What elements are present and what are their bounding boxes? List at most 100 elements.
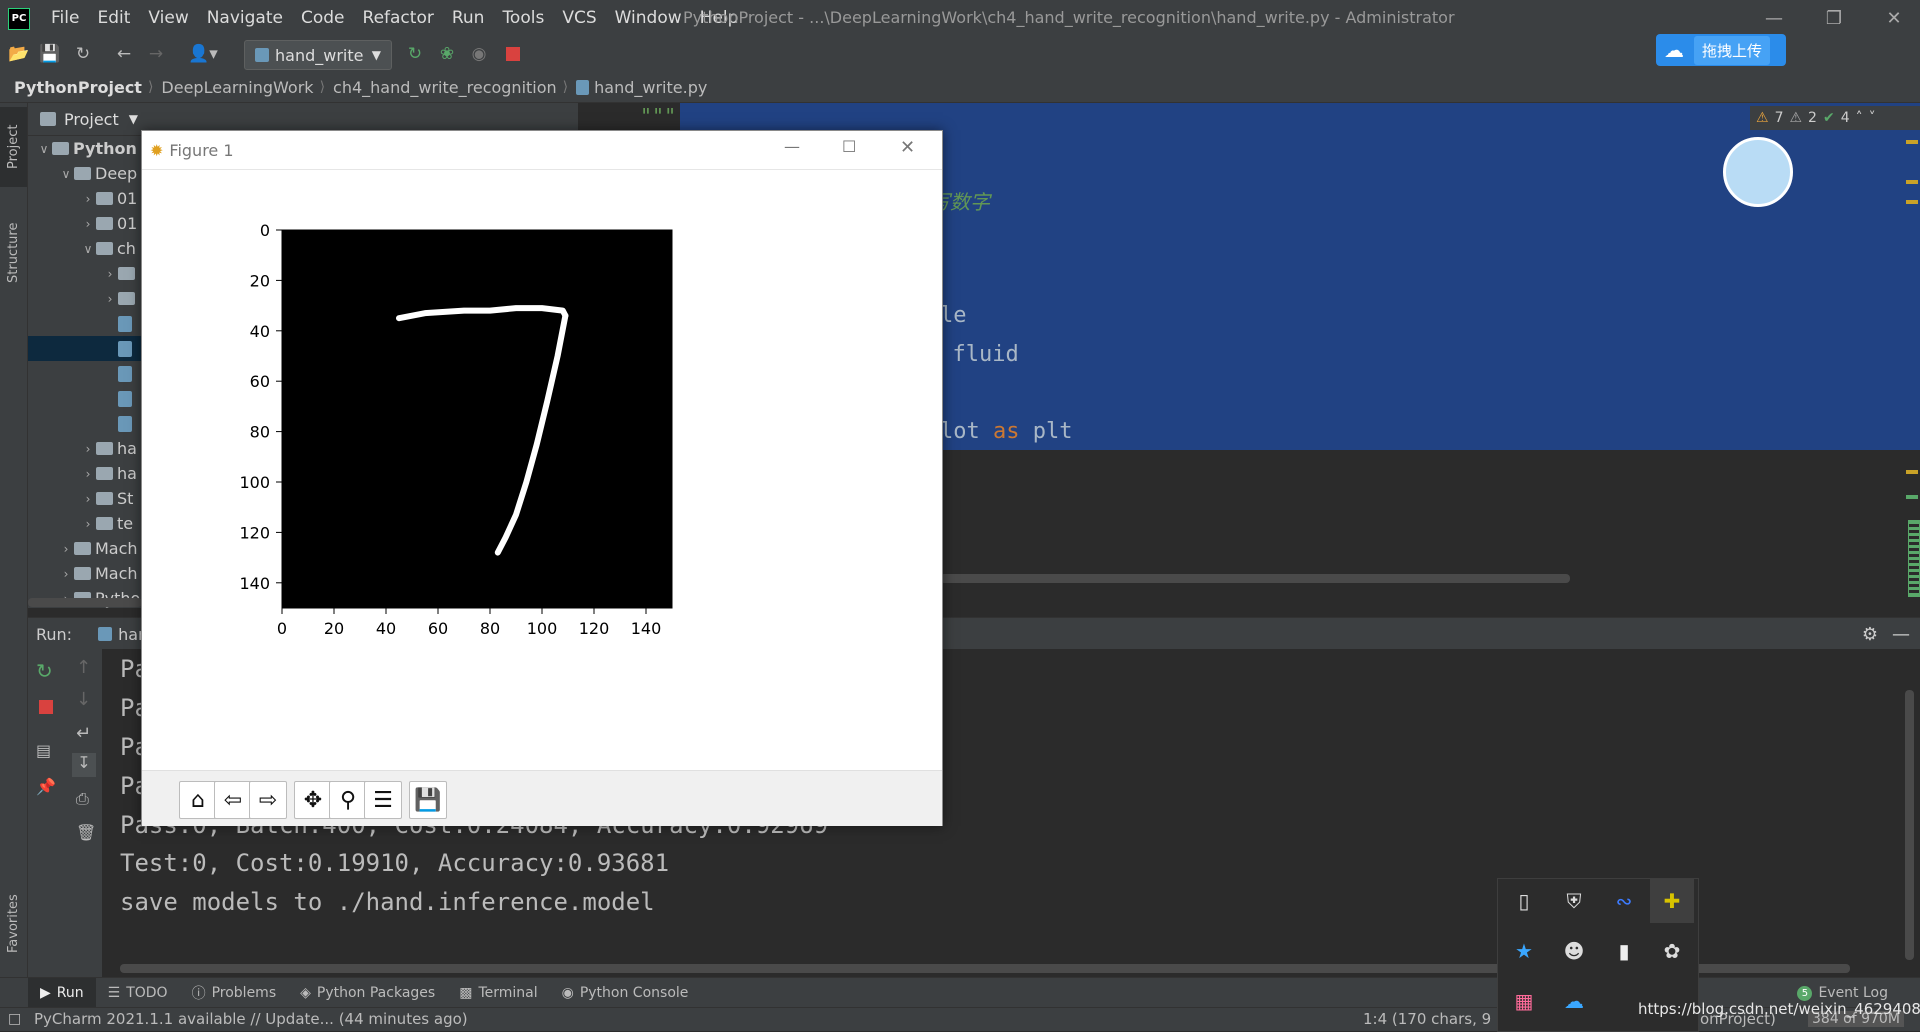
- breadcrumb-item[interactable]: PythonProject: [6, 78, 148, 97]
- menu-view[interactable]: View: [139, 8, 197, 28]
- tool-tab-favorites[interactable]: Favorites: [0, 879, 27, 969]
- stop-icon[interactable]: [39, 700, 53, 714]
- bilibili-icon[interactable]: ▦: [1502, 979, 1546, 1023]
- home-icon[interactable]: ⌂: [179, 781, 217, 819]
- menu-vcs[interactable]: VCS: [553, 8, 605, 28]
- sync-icon[interactable]: ↻: [70, 42, 96, 66]
- gear-app-icon[interactable]: ✿: [1650, 929, 1694, 973]
- rerun-icon[interactable]: ↻: [36, 659, 53, 683]
- scroll-to-end-icon[interactable]: ↧: [72, 753, 96, 777]
- inspections-widget[interactable]: ⚠ 7 ⚠ 2 ✔ 4 ˄ ˅: [1750, 106, 1920, 130]
- menu-code[interactable]: Code: [292, 8, 354, 28]
- chevron-right-icon[interactable]: ›: [80, 442, 96, 456]
- bookmark-icon[interactable]: ▮: [1602, 929, 1646, 973]
- panel-toggle-icon[interactable]: □: [8, 1011, 21, 1027]
- breadcrumb-item[interactable]: hand_write.py: [592, 78, 713, 97]
- chevron-right-icon[interactable]: ›: [80, 217, 96, 231]
- save-icon[interactable]: 💾: [37, 42, 63, 66]
- wave-app-icon[interactable]: ∾: [1602, 879, 1646, 923]
- chevron-right-icon[interactable]: ›: [80, 492, 96, 506]
- figure-minimize-button[interactable]: —: [784, 137, 800, 156]
- coverage-icon[interactable]: ◉: [466, 42, 492, 66]
- error-stripe-marker[interactable]: [1906, 495, 1918, 499]
- floating-assistant-avatar[interactable]: [1723, 137, 1793, 207]
- usb-icon[interactable]: ▯: [1502, 879, 1546, 923]
- figure-window[interactable]: ✹ Figure 1 — ☐ ✕ 0 20 40 60 80 100 120 140 0 20 40…: [141, 130, 943, 826]
- pin-icon[interactable]: 📌: [36, 777, 56, 796]
- chevron-down-icon[interactable]: ˅: [1869, 110, 1876, 126]
- soft-wrap-icon[interactable]: ↵: [76, 723, 91, 744]
- rerun-icon[interactable]: ↻: [402, 42, 428, 66]
- tab-python-packages[interactable]: ◈ Python Packages: [288, 978, 447, 1008]
- error-stripe-marker[interactable]: [1906, 470, 1918, 474]
- chevron-down-icon[interactable]: ▼: [129, 112, 138, 126]
- tab-terminal[interactable]: ▩ Terminal: [447, 978, 549, 1008]
- upload-button[interactable]: ☁ 拖拽上传: [1656, 34, 1786, 66]
- image-plot[interactable]: 0 20 40 60 80 100 120 140 0 20 40 60 80 100 120 140: [142, 170, 942, 770]
- figure-close-button[interactable]: ✕: [900, 137, 915, 158]
- configure-sliders-icon[interactable]: ☰: [364, 781, 402, 819]
- menu-navigate[interactable]: Navigate: [198, 8, 292, 28]
- gear-icon[interactable]: ⚙: [1862, 624, 1878, 645]
- shield-icon[interactable]: ⛨: [1552, 879, 1596, 923]
- restore-button[interactable]: ❐: [1804, 0, 1864, 36]
- breadcrumb-item[interactable]: DeepLearningWork: [153, 78, 319, 97]
- zoom-magnifier-icon[interactable]: ⚲: [329, 781, 367, 819]
- chevron-down-icon[interactable]: ∨: [80, 242, 96, 256]
- layout-icon[interactable]: ▤: [36, 741, 51, 760]
- forward-arrow-icon[interactable]: →: [143, 42, 169, 66]
- error-stripe-marker[interactable]: [1906, 200, 1918, 204]
- status-message[interactable]: PyCharm 2021.1.1 available // Update... …: [34, 1010, 468, 1028]
- run-configuration-select[interactable]: hand_write ▼: [244, 40, 392, 70]
- breadcrumb-item[interactable]: ch4_hand_write_recognition: [325, 78, 563, 97]
- editor-horizontal-scrollbar[interactable]: [940, 574, 1570, 583]
- trash-icon[interactable]: 🗑: [76, 823, 96, 842]
- chevron-right-icon[interactable]: ›: [102, 292, 118, 306]
- save-figure-icon[interactable]: 💾: [409, 781, 447, 819]
- stop-icon[interactable]: [500, 42, 526, 66]
- cloud-app-icon[interactable]: ☁: [1552, 979, 1596, 1023]
- tab-python-console[interactable]: ◉ Python Console: [550, 978, 701, 1008]
- error-stripe-marker[interactable]: [1906, 140, 1918, 144]
- debug-bug-icon[interactable]: ❀: [434, 42, 460, 66]
- user-icon[interactable]: 👤▾: [186, 42, 220, 66]
- chevron-right-icon[interactable]: ›: [58, 567, 74, 581]
- error-stripe-marker[interactable]: [1906, 180, 1918, 184]
- forward-arrow-icon[interactable]: ⇨: [249, 781, 287, 819]
- console-vertical-scrollbar[interactable]: [1905, 690, 1914, 960]
- plus-app-icon[interactable]: ✚: [1650, 879, 1694, 923]
- tab-run[interactable]: ▶ Run: [28, 978, 96, 1008]
- chevron-right-icon[interactable]: ›: [80, 517, 96, 531]
- close-window-button[interactable]: ✕: [1864, 0, 1920, 36]
- project-horizontal-scrollbar[interactable]: [28, 598, 142, 607]
- caret-position[interactable]: 1:4 (170 chars, 9 lin: [1363, 1010, 1514, 1028]
- chevron-down-icon[interactable]: ∨: [58, 167, 74, 181]
- menu-edit[interactable]: Edit: [88, 8, 139, 28]
- star-app-icon[interactable]: ★: [1502, 929, 1546, 973]
- tab-problems[interactable]: ⓘ Problems: [180, 978, 289, 1008]
- project-panel-title[interactable]: Project: [64, 110, 119, 129]
- figure-canvas[interactable]: 0 20 40 60 80 100 120 140 0 20 40 60 80 100 120 140: [142, 170, 942, 770]
- chevron-right-icon[interactable]: ›: [102, 267, 118, 281]
- hide-panel-icon[interactable]: —: [1892, 624, 1910, 645]
- menu-tools[interactable]: Tools: [493, 8, 553, 28]
- open-folder-icon[interactable]: 📂: [6, 42, 32, 66]
- tool-tab-structure[interactable]: Structure: [0, 203, 27, 303]
- menu-file[interactable]: File: [42, 8, 88, 28]
- arrow-down-icon[interactable]: ↓: [76, 689, 91, 710]
- chevron-up-icon[interactable]: ˄: [1856, 110, 1863, 126]
- figure-maximize-button[interactable]: ☐: [842, 137, 856, 156]
- pan-move-icon[interactable]: ✥: [294, 781, 332, 819]
- menu-window[interactable]: Window: [606, 8, 691, 28]
- arrow-up-icon[interactable]: ↑: [76, 657, 91, 678]
- chevron-right-icon[interactable]: ›: [80, 192, 96, 206]
- chevron-right-icon[interactable]: ›: [80, 467, 96, 481]
- chevron-down-icon[interactable]: ∨: [36, 142, 52, 156]
- tab-todo[interactable]: ☰ TODO: [96, 978, 180, 1008]
- print-icon[interactable]: ⎙: [76, 789, 89, 809]
- menu-run[interactable]: Run: [443, 8, 494, 28]
- back-arrow-icon[interactable]: ⇦: [214, 781, 252, 819]
- user-app-icon[interactable]: ☻: [1552, 929, 1596, 973]
- tool-tab-project[interactable]: Project: [0, 107, 27, 187]
- chevron-right-icon[interactable]: ›: [58, 542, 74, 556]
